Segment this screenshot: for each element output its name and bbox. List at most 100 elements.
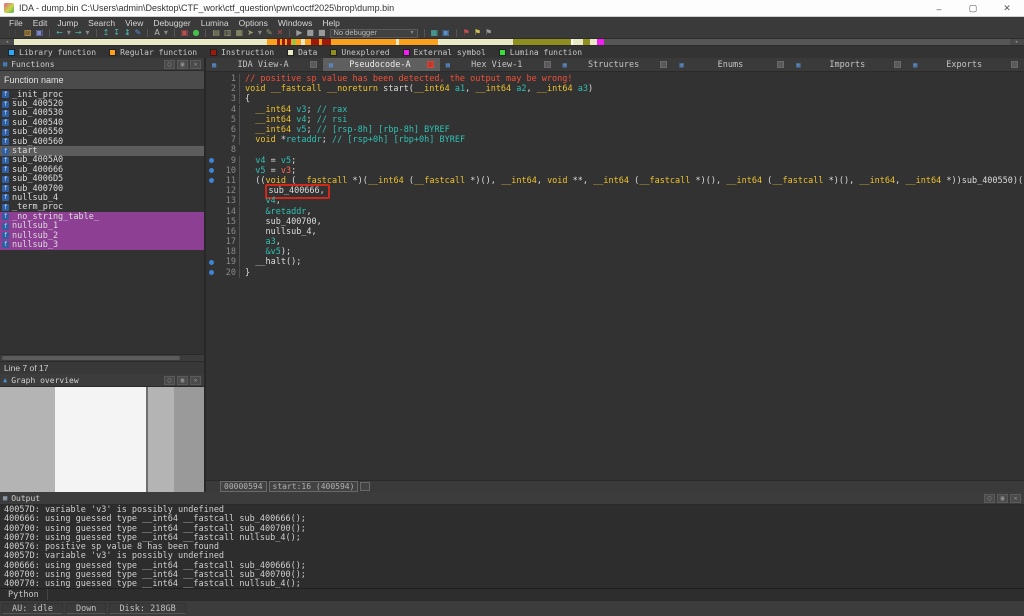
navigation-band[interactable]: ◂▸ [0, 38, 1024, 46]
patch-dropdown-icon[interactable]: ▾ [258, 28, 262, 38]
text-dropdown-icon[interactable]: ▾ [164, 28, 168, 38]
debug-pause-icon[interactable]: ■ [306, 28, 314, 38]
jump-name-icon[interactable]: ↧ [113, 28, 120, 38]
tab-close-icon[interactable] [310, 61, 317, 68]
pseudocode-line[interactable]: 5 __int64 v4; // rsi [206, 115, 1024, 125]
function-item[interactable]: f_no_string_table_ [0, 212, 204, 221]
pseudocode-line[interactable]: 10 v5 = v3; [206, 166, 1024, 176]
function-item[interactable]: fstart [0, 146, 204, 155]
back-dropdown-icon[interactable]: ▾ [67, 28, 71, 38]
close-icon[interactable]: ✕ [190, 376, 201, 385]
tab-pseudocode-a[interactable]: ▦Pseudocode-A [323, 58, 440, 71]
tab-close-icon[interactable] [544, 61, 551, 68]
function-item[interactable]: fnullsub_1 [0, 221, 204, 230]
pseudocode-line[interactable]: 19 __halt(); [206, 257, 1024, 267]
tab-hex-view-1[interactable]: ▦Hex View-1 [440, 58, 557, 71]
jump-xref-icon[interactable]: ↨ [124, 28, 131, 38]
cancel-icon[interactable]: ✕ [277, 28, 284, 38]
debugger-selector[interactable]: No debugger▾ [330, 29, 418, 38]
snapshot-icon[interactable]: ▣ [181, 28, 189, 38]
breakpoint-yellow-icon[interactable]: ⚑ [474, 28, 481, 38]
pseudocode-line[interactable]: 16 nullsub_4, [206, 227, 1024, 237]
debug-windows-icon[interactable]: ▣ [442, 28, 450, 38]
float-icon[interactable]: ▣ [997, 494, 1008, 503]
menu-item-help[interactable]: Help [317, 18, 344, 28]
pseudocode-line[interactable]: 6 __int64 v5; // [rsp-8h] [rbp-8h] BYREF [206, 125, 1024, 135]
debug-stop-icon[interactable]: ■ [318, 28, 326, 38]
menu-item-windows[interactable]: Windows [273, 18, 317, 28]
pseudocode-line[interactable]: 15 sub_400700, [206, 217, 1024, 227]
tab-close-icon[interactable] [427, 61, 434, 68]
navband-left-arrow-icon[interactable]: ◂ [0, 39, 14, 45]
edit-icon[interactable]: ✎ [266, 28, 273, 38]
forward-dropdown-icon[interactable]: ▾ [86, 28, 90, 38]
save-icon[interactable]: ▣ [36, 28, 44, 38]
record-icon[interactable]: ● [192, 28, 199, 38]
pseudocode-line[interactable]: 2void __fastcall __noreturn start(__int6… [206, 84, 1024, 94]
tab-ida-view-a[interactable]: ▦IDA View-A [206, 58, 323, 71]
function-item[interactable]: fnullsub_2 [0, 231, 204, 240]
function-item[interactable]: fsub_400700 [0, 184, 204, 193]
menu-item-options[interactable]: Options [234, 18, 273, 28]
menu-item-search[interactable]: Search [83, 18, 120, 28]
graph-overview-canvas[interactable] [0, 387, 204, 492]
function-item[interactable]: f_term_proc [0, 203, 204, 212]
struct-edit-icon[interactable]: ▥ [224, 28, 232, 38]
tab-enums[interactable]: ▦Enums [673, 58, 790, 71]
minimize-icon[interactable]: – [922, 0, 956, 17]
back-icon[interactable]: ← [56, 28, 63, 38]
restore-icon[interactable]: ▢ [984, 494, 995, 503]
breakpoint-red-icon[interactable]: ⚑ [463, 28, 470, 38]
forward-icon[interactable]: → [75, 28, 82, 38]
close-icon[interactable]: ✕ [990, 0, 1024, 17]
cli-selector-button[interactable]: Python [0, 589, 48, 600]
navband-right-arrow-icon[interactable]: ▸ [1010, 39, 1024, 45]
text-view-icon[interactable]: A [154, 28, 159, 38]
output-log[interactable]: 40057D: variable 'v3' is possibly undefi… [0, 505, 1024, 588]
output-panel-header[interactable]: ▦ Output ▢▣✕ [0, 492, 1024, 505]
menu-item-debugger[interactable]: Debugger [148, 18, 195, 28]
function-item[interactable]: f_init_proc [0, 90, 204, 99]
menu-item-edit[interactable]: Edit [28, 18, 53, 28]
function-item[interactable]: fsub_400530 [0, 109, 204, 118]
pseudocode-view[interactable]: 1// positive sp value has been detected,… [206, 72, 1024, 480]
pseudocode-line[interactable]: 17 a3, [206, 237, 1024, 247]
scrollbar-thumb[interactable] [2, 356, 180, 360]
pseudocode-line[interactable]: 3{ [206, 94, 1024, 104]
float-icon[interactable]: ▣ [177, 60, 188, 69]
function-item[interactable]: fsub_400560 [0, 137, 204, 146]
struct-add-icon[interactable]: ▤ [212, 28, 220, 38]
function-item[interactable]: fsub_400550 [0, 128, 204, 137]
open-file-icon[interactable]: ▨ [24, 28, 32, 38]
pseudocode-line[interactable]: 7 void *retaddr; // [rsp+0h] [rbp+0h] BY… [206, 135, 1024, 145]
pseudocode-line[interactable]: 1// positive sp value has been detected,… [206, 74, 1024, 84]
attach-icon[interactable]: ▦ [431, 28, 439, 38]
function-item[interactable]: fnullsub_4 [0, 193, 204, 202]
close-icon[interactable]: ✕ [190, 60, 201, 69]
graph-overview-header[interactable]: ▲ Graph overview ▢▣✕ [0, 374, 204, 387]
menu-item-jump[interactable]: Jump [52, 18, 83, 28]
pseudocode-line[interactable]: 12 sub_400666, [206, 186, 1024, 196]
tab-close-icon[interactable] [660, 61, 667, 68]
close-icon[interactable]: ✕ [1010, 494, 1021, 503]
menu-item-view[interactable]: View [120, 18, 148, 28]
tab-close-icon[interactable] [777, 61, 784, 68]
menu-item-lumina[interactable]: Lumina [196, 18, 234, 28]
tab-exports[interactable]: ▦Exports [907, 58, 1024, 71]
rename-icon[interactable]: ✎ [135, 28, 142, 38]
pseudocode-line[interactable]: 8 [206, 145, 1024, 155]
patch-icon[interactable]: ➤ [247, 28, 254, 38]
function-item[interactable]: fsub_4005A0 [0, 156, 204, 165]
function-item[interactable]: fsub_400666 [0, 165, 204, 174]
pseudocode-line[interactable]: 18 &v5); [206, 247, 1024, 257]
function-item[interactable]: fnullsub_3 [0, 240, 204, 249]
restore-icon[interactable]: ▢ [164, 376, 175, 385]
menu-item-file[interactable]: File [4, 18, 28, 28]
tab-structures[interactable]: ▦Structures [557, 58, 674, 71]
jump-address-icon[interactable]: ↥ [103, 28, 110, 38]
restore-icon[interactable]: ▢ [164, 60, 175, 69]
function-name-column-header[interactable]: Function name [0, 71, 204, 90]
functions-panel-header[interactable]: ▦ Functions ▢▣✕ [0, 58, 204, 71]
pseudocode-line[interactable]: 20} [206, 268, 1024, 278]
float-icon[interactable]: ▣ [177, 376, 188, 385]
